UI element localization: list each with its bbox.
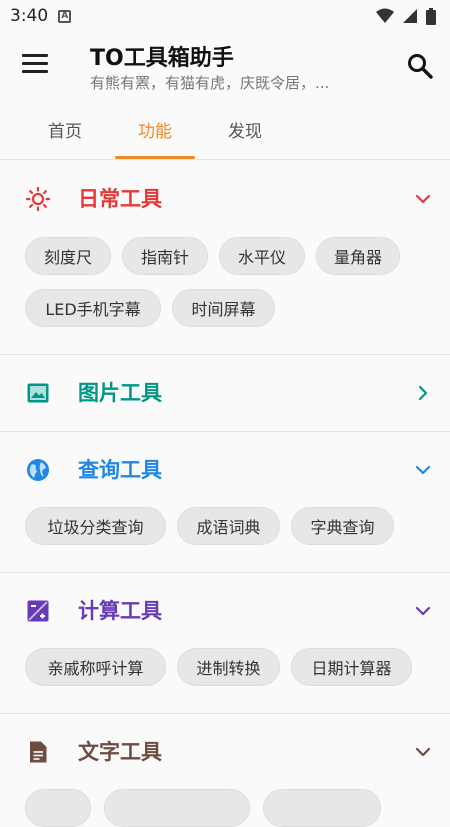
tab-bar: 首页 功能 发现 (0, 98, 450, 160)
chevron-down-icon[interactable] (414, 602, 432, 620)
menu-icon[interactable] (22, 54, 48, 76)
section-title: 图片工具 (78, 381, 162, 405)
status-bar: 3:40 A (0, 0, 450, 32)
app-bar: TO工具箱助手 有熊有罴，有猫有虎，庆既令居，... (0, 32, 450, 98)
section-daily-tools: 日常工具 刻度尺 指南针 水平仪 量角器 LED手机字幕 时间屏幕 (0, 161, 450, 355)
signal-icon (403, 9, 417, 23)
chip-protractor[interactable]: 量角器 (316, 237, 400, 275)
chip-compass[interactable]: 指南针 (122, 237, 208, 275)
section-header-image-tools[interactable]: 图片工具 (0, 355, 450, 431)
tab-home[interactable]: 首页 (25, 98, 105, 160)
app-title: TO工具箱助手 (90, 46, 234, 71)
chip-relative-title-calc[interactable]: 亲戚称呼计算 (25, 648, 166, 686)
section-title: 查询工具 (78, 458, 162, 482)
active-tab-indicator (115, 156, 195, 159)
section-query-tools: 查询工具 垃圾分类查询 成语词典 字典查询 (0, 432, 450, 573)
section-title: 文字工具 (78, 740, 162, 764)
chip-level[interactable]: 水平仪 (219, 237, 305, 275)
image-icon (27, 383, 49, 403)
chip-partial[interactable] (263, 789, 381, 827)
section-text-tools: 文字工具 (0, 714, 450, 827)
chevron-down-icon[interactable] (414, 743, 432, 761)
search-icon[interactable] (406, 52, 434, 80)
section-calc-tools: 计算工具 亲戚称呼计算 进制转换 日期计算器 (0, 573, 450, 714)
chip-idiom-dictionary[interactable]: 成语词典 (177, 507, 280, 545)
chip-ruler[interactable]: 刻度尺 (25, 237, 111, 275)
section-image-tools: 图片工具 (0, 355, 450, 432)
status-icons (376, 7, 436, 25)
globe-icon (27, 459, 49, 481)
section-header-text-tools[interactable]: 文字工具 (0, 714, 450, 790)
wifi-icon (376, 8, 394, 23)
chip-base-conversion[interactable]: 进制转换 (177, 648, 280, 686)
chip-character-dictionary[interactable]: 字典查询 (291, 507, 394, 545)
section-header-daily-tools[interactable]: 日常工具 (0, 161, 450, 237)
chip-date-calculator[interactable]: 日期计算器 (291, 648, 412, 686)
section-title: 计算工具 (78, 599, 162, 623)
chip-partial[interactable] (104, 789, 250, 827)
chevron-down-icon[interactable] (414, 461, 432, 479)
chevron-right-icon[interactable] (414, 384, 432, 402)
battery-icon (426, 7, 436, 25)
section-header-calc-tools[interactable]: 计算工具 (0, 573, 450, 649)
document-icon (30, 741, 47, 763)
section-title: 日常工具 (78, 187, 162, 211)
tab-functions[interactable]: 功能 (115, 98, 195, 160)
chip-time-screen[interactable]: 时间屏幕 (172, 289, 275, 327)
calculator-icon (27, 600, 49, 622)
chip-partial[interactable] (25, 789, 91, 827)
chevron-down-icon[interactable] (414, 190, 432, 208)
app-subtitle: 有熊有罴，有猫有虎，庆既令居，... (90, 74, 330, 92)
sun-icon (26, 187, 50, 211)
status-time: 3:40 (10, 6, 49, 26)
chip-led-subtitle[interactable]: LED手机字幕 (25, 289, 161, 327)
section-header-query-tools[interactable]: 查询工具 (0, 432, 450, 508)
tab-discover[interactable]: 发现 (205, 98, 285, 160)
chip-garbage-sorting[interactable]: 垃圾分类查询 (25, 507, 166, 545)
notification-icon: A (58, 9, 72, 23)
